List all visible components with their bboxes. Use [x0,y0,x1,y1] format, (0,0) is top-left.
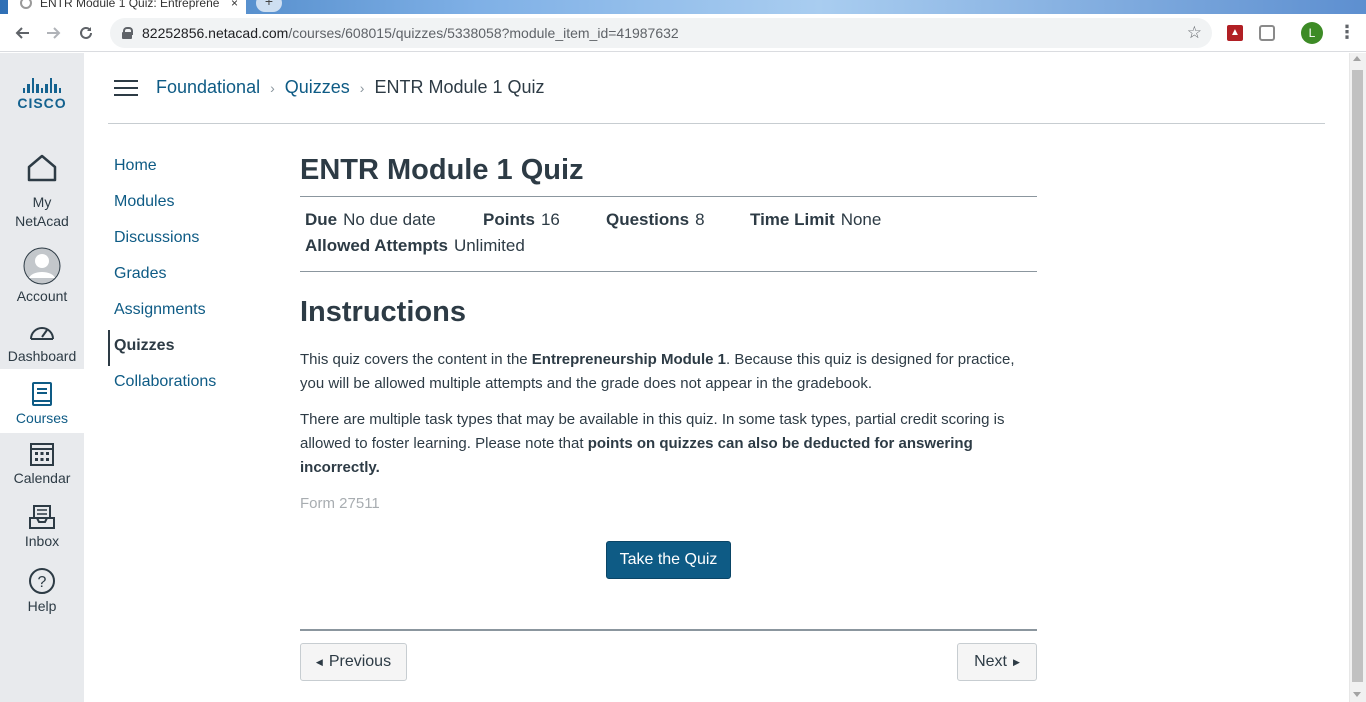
global-nav-my-netacad[interactable]: My NetAcad [0,153,84,235]
browser-tab-strip: ENTR Module 1 Quiz: Entreprene × + [0,0,1366,14]
caret-right-icon: ▶ [1012,656,1020,667]
url-path: /courses/608015/quizzes/5338058?module_i… [288,25,679,41]
breadcrumb-separator-icon: › [359,79,365,96]
instructions-paragraph: This quiz covers the content in the Entr… [300,348,1037,396]
form-id: Form 27511 [300,495,380,512]
pdf-extension-icon[interactable]: ▲ [1227,25,1243,41]
global-nav-inbox[interactable]: Inbox [0,504,84,560]
global-nav-label: NetAcad [15,213,69,229]
breadcrumb-course-link[interactable]: Foundational [156,77,260,98]
questions-value: 8 [695,210,705,229]
points-value: 16 [540,210,560,229]
url-host: 82252856.netacad.com [142,25,289,41]
bookmark-star-icon[interactable]: ☆ [1187,23,1202,43]
dashboard-icon [30,327,54,340]
instructions-paragraph: There are multiple task types that may b… [300,408,1037,480]
breadcrumb: Foundational › Quizzes › ENTR Module 1 Q… [156,77,545,98]
course-nav-assignments[interactable]: Assignments [108,294,258,330]
instructions-bold-text: Entrepreneurship Module 1 [531,351,726,368]
courses-icon [32,382,52,406]
page-title: ENTR Module 1 Quiz [300,154,584,186]
course-nav-discussions[interactable]: Discussions [108,222,258,258]
course-nav-collaborations[interactable]: Collaborations [108,366,258,402]
next-button[interactable]: Next ▶ [957,643,1037,681]
global-nav-label: Help [27,598,57,614]
due-label: Due [305,210,338,229]
instructions-heading: Instructions [300,296,466,328]
questions-detail: Questions 8 [606,207,750,233]
global-nav-label: Account [16,288,68,304]
scroll-up-icon[interactable] [1353,56,1361,61]
due-detail: Due No due date [305,207,483,233]
tab-close-icon[interactable]: × [231,0,238,10]
allowed-attempts-label: Allowed Attempts [305,236,448,255]
header-divider [108,123,1325,124]
allowed-attempts-detail: Allowed Attempts Unlimited [305,233,525,259]
previous-button[interactable]: ◀ Previous [300,643,407,681]
global-navigation: CISCO My NetAcad Account Dashboard Cours… [0,53,84,702]
extension-icon[interactable] [1259,25,1275,41]
course-nav-quizzes[interactable]: Quizzes [108,330,258,366]
points-label: Points [483,210,535,229]
global-nav-label: Courses [15,410,69,426]
course-nav-modules[interactable]: Modules [108,186,258,222]
inbox-icon [29,505,55,529]
divider [300,271,1037,272]
footer-divider [300,629,1037,631]
take-quiz-button[interactable]: Take the Quiz [606,541,731,579]
global-nav-dashboard[interactable]: Dashboard [0,321,84,369]
course-nav-grades[interactable]: Grades [108,258,258,294]
due-value: No due date [343,210,436,229]
cisco-logo-bars [22,77,62,93]
svg-text:?: ? [38,574,47,591]
browser-tab[interactable]: ENTR Module 1 Quiz: Entreprene × [8,0,246,14]
instructions-text: This quiz covers the content in the [300,351,532,368]
global-nav-help[interactable]: ? Help [0,567,84,623]
back-icon[interactable] [6,17,38,49]
quiz-details: Due No due date Points 16 Questions 8 Ti… [300,197,1037,271]
global-nav-courses[interactable]: Courses [0,369,84,433]
allowed-attempts-value: Unlimited [453,236,525,255]
time-limit-label: Time Limit [750,210,835,229]
time-limit-value: None [840,210,882,229]
browser-toolbar: 82252856.netacad.com/courses/608015/quiz… [0,14,1366,52]
scrollbar-thumb[interactable] [1352,70,1363,682]
calendar-icon [30,443,54,466]
tab-favicon-icon [20,0,32,9]
breadcrumb-quizzes-link[interactable]: Quizzes [285,77,350,98]
time-limit-detail: Time Limit None [750,207,881,233]
course-navigation: Home Modules Discussions Grades Assignme… [108,150,258,402]
tab-title: ENTR Module 1 Quiz: Entreprene [40,0,220,10]
address-bar[interactable]: 82252856.netacad.com/courses/608015/quiz… [110,18,1212,48]
new-tab-button[interactable]: + [256,0,282,12]
previous-label: Previous [328,653,392,670]
help-icon: ? [29,568,55,594]
global-nav-calendar[interactable]: Calendar [0,441,84,497]
account-icon [23,247,61,285]
questions-label: Questions [606,210,690,229]
home-icon [27,154,57,182]
points-detail: Points 16 [483,207,606,233]
forward-icon[interactable] [38,17,70,49]
breadcrumb-current: ENTR Module 1 Quiz [374,77,545,97]
course-nav-home[interactable]: Home [108,150,258,186]
profile-avatar[interactable]: L [1301,22,1323,44]
breadcrumb-separator-icon: › [270,79,275,96]
global-nav-label: Dashboard [7,348,77,364]
cisco-logo[interactable]: CISCO [0,77,84,117]
global-nav-label: Inbox [24,533,60,549]
global-nav-label: Calendar [13,470,71,486]
course-menu-toggle-icon[interactable] [114,80,138,98]
global-nav-account[interactable]: Account [0,247,84,307]
quiz-content: ENTR Module 1 Quiz Due No due date Point… [300,150,1037,681]
caret-left-icon: ◀ [315,656,323,667]
scroll-down-icon[interactable] [1353,692,1361,697]
global-nav-label: My [32,194,52,210]
browser-menu-icon[interactable]: ⋮ [1338,22,1356,44]
cisco-logo-text: CISCO [17,95,67,111]
reload-icon[interactable] [70,17,102,49]
next-label: Next [974,653,1007,670]
lock-icon [122,27,133,39]
